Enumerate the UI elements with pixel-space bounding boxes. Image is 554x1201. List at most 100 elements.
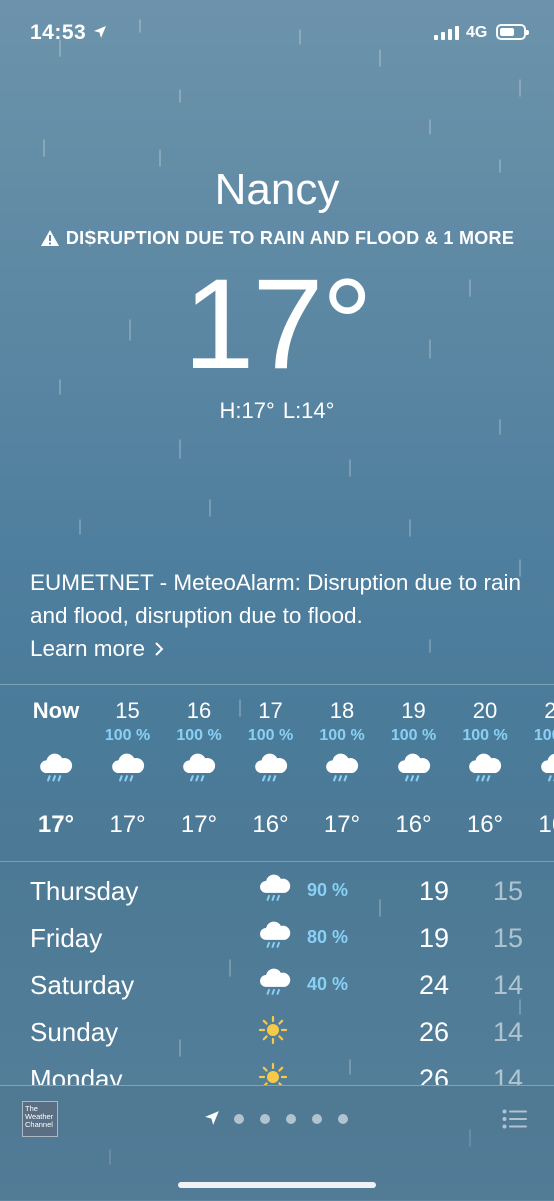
- precip-chance: 100 %: [235, 727, 307, 749]
- low-temp: 14: [480, 970, 536, 1001]
- daily-row: Saturday 40 % 24 14: [0, 964, 554, 1011]
- weather-channel-logo[interactable]: TheWeatherChannel: [22, 1101, 58, 1137]
- day-name: Monday: [30, 1064, 123, 1085]
- low-temp: 14: [480, 1064, 536, 1085]
- hour-label: 15: [92, 698, 164, 726]
- sun-icon: [258, 1015, 288, 1045]
- daily-row: Sunday 26 14: [0, 1011, 554, 1058]
- rain-cloud-icon: [38, 753, 74, 784]
- location-arrow-icon: [204, 1110, 220, 1126]
- low-temp: 15: [480, 876, 536, 907]
- chevron-right-icon: [154, 641, 164, 657]
- high-temp: 26: [406, 1017, 462, 1048]
- hourly-item: 21 100 % 16°: [521, 698, 554, 839]
- low-temp: 14: [480, 1017, 536, 1048]
- precip-chance: [20, 727, 92, 749]
- rain-cloud-icon: [539, 753, 554, 784]
- hour-temp: 16°: [449, 811, 521, 839]
- page-dot[interactable]: [338, 1114, 348, 1124]
- hourly-forecast[interactable]: Now 17°15 100 % 17°16 100 % 17°17 100 % …: [0, 686, 554, 861]
- rain-cloud-icon: [253, 753, 289, 784]
- precip-chance: 100 %: [521, 727, 554, 749]
- advisory-text: EUMETNET - MeteoAlarm: Disruption due to…: [30, 570, 521, 628]
- divider: [0, 861, 554, 862]
- bottom-toolbar: TheWeatherChannel: [0, 1085, 554, 1201]
- warning-icon: [40, 229, 60, 247]
- battery-icon: [496, 24, 526, 40]
- sun-icon: [258, 1062, 288, 1085]
- rain-cloud-icon: [258, 921, 292, 950]
- hourly-item: 19 100 % 16°: [378, 698, 450, 839]
- network-type: 4G: [466, 24, 487, 42]
- hour-label: 19: [378, 698, 450, 726]
- hour-temp: 16°: [378, 811, 450, 839]
- daily-row: Friday 80 % 19 15: [0, 917, 554, 964]
- high-temp: H:17°: [220, 398, 275, 423]
- precip-chance: 100 %: [92, 727, 164, 749]
- low-temp: 15: [480, 923, 536, 954]
- hour-temp: 16°: [521, 811, 554, 839]
- city-list-icon[interactable]: [502, 1109, 528, 1129]
- hourly-item: 18 100 % 17°: [306, 698, 378, 839]
- current-temperature: 17°: [0, 255, 554, 395]
- weather-alert-banner[interactable]: DISRUPTION DUE TO RAIN AND FLOOD & 1 MOR…: [0, 228, 554, 249]
- page-dot[interactable]: [260, 1114, 270, 1124]
- learn-more-link[interactable]: Learn more: [30, 632, 164, 665]
- hourly-item: 15 100 % 17°: [92, 698, 164, 839]
- precip-chance: 100 %: [163, 727, 235, 749]
- precip-chance: 90 %: [307, 880, 348, 901]
- hourly-item: 16 100 % 17°: [163, 698, 235, 839]
- precip-chance: 100 %: [306, 727, 378, 749]
- home-indicator[interactable]: [178, 1182, 376, 1188]
- high-low: H:17° L:14°: [0, 398, 554, 424]
- rain-cloud-icon: [396, 753, 432, 784]
- precip-chance: 100 %: [378, 727, 450, 749]
- hour-label: 21: [521, 698, 554, 726]
- page-dot[interactable]: [286, 1114, 296, 1124]
- day-name: Thursday: [30, 876, 138, 907]
- learn-more-label: Learn more: [30, 636, 145, 661]
- rain-cloud-icon: [324, 753, 360, 784]
- precip-chance: 80 %: [307, 927, 348, 948]
- page-dot[interactable]: [312, 1114, 322, 1124]
- low-temp: L:14°: [283, 398, 335, 423]
- hour-temp: 17°: [163, 811, 235, 839]
- severe-weather-advisory: EUMETNET - MeteoAlarm: Disruption due to…: [30, 566, 530, 665]
- alert-text: DISRUPTION DUE TO RAIN AND FLOOD & 1 MOR…: [66, 228, 514, 248]
- city-name: Nancy: [0, 165, 554, 215]
- high-temp: 19: [406, 923, 462, 954]
- hour-temp: 17°: [92, 811, 164, 839]
- precip-chance: 100 %: [449, 727, 521, 749]
- hourly-item: 17 100 % 16°: [235, 698, 307, 839]
- high-temp: 26: [406, 1064, 462, 1085]
- day-name: Sunday: [30, 1017, 118, 1048]
- day-name: Friday: [30, 923, 102, 954]
- status-bar: 14:53 4G: [0, 0, 554, 66]
- hour-label: 16: [163, 698, 235, 726]
- high-temp: 24: [406, 970, 462, 1001]
- rain-cloud-icon: [258, 968, 292, 997]
- hour-label: 20: [449, 698, 521, 726]
- day-name: Saturday: [30, 970, 134, 1001]
- location-arrow-icon: [93, 25, 107, 39]
- rain-cloud-icon: [258, 874, 292, 903]
- high-temp: 19: [406, 876, 462, 907]
- daily-row: Thursday 90 % 19 15: [0, 870, 554, 917]
- hour-label: 18: [306, 698, 378, 726]
- cellular-signal-icon: [434, 26, 460, 40]
- daily-row: Monday 26 14: [0, 1058, 554, 1085]
- page-dot[interactable]: [234, 1114, 244, 1124]
- hour-temp: 16°: [235, 811, 307, 839]
- hour-label: Now: [20, 698, 92, 726]
- hour-label: 17: [235, 698, 307, 726]
- rain-cloud-icon: [110, 753, 146, 784]
- precip-chance: 40 %: [307, 974, 348, 995]
- hour-temp: 17°: [306, 811, 378, 839]
- rain-cloud-icon: [181, 753, 217, 784]
- daily-forecast[interactable]: Thursday 90 % 19 15Friday 80 % 19 15Satu…: [0, 870, 554, 1085]
- rain-cloud-icon: [467, 753, 503, 784]
- hour-temp: 17°: [20, 811, 92, 839]
- hourly-item: 20 100 % 16°: [449, 698, 521, 839]
- divider: [0, 684, 554, 685]
- page-indicator[interactable]: [204, 1110, 364, 1130]
